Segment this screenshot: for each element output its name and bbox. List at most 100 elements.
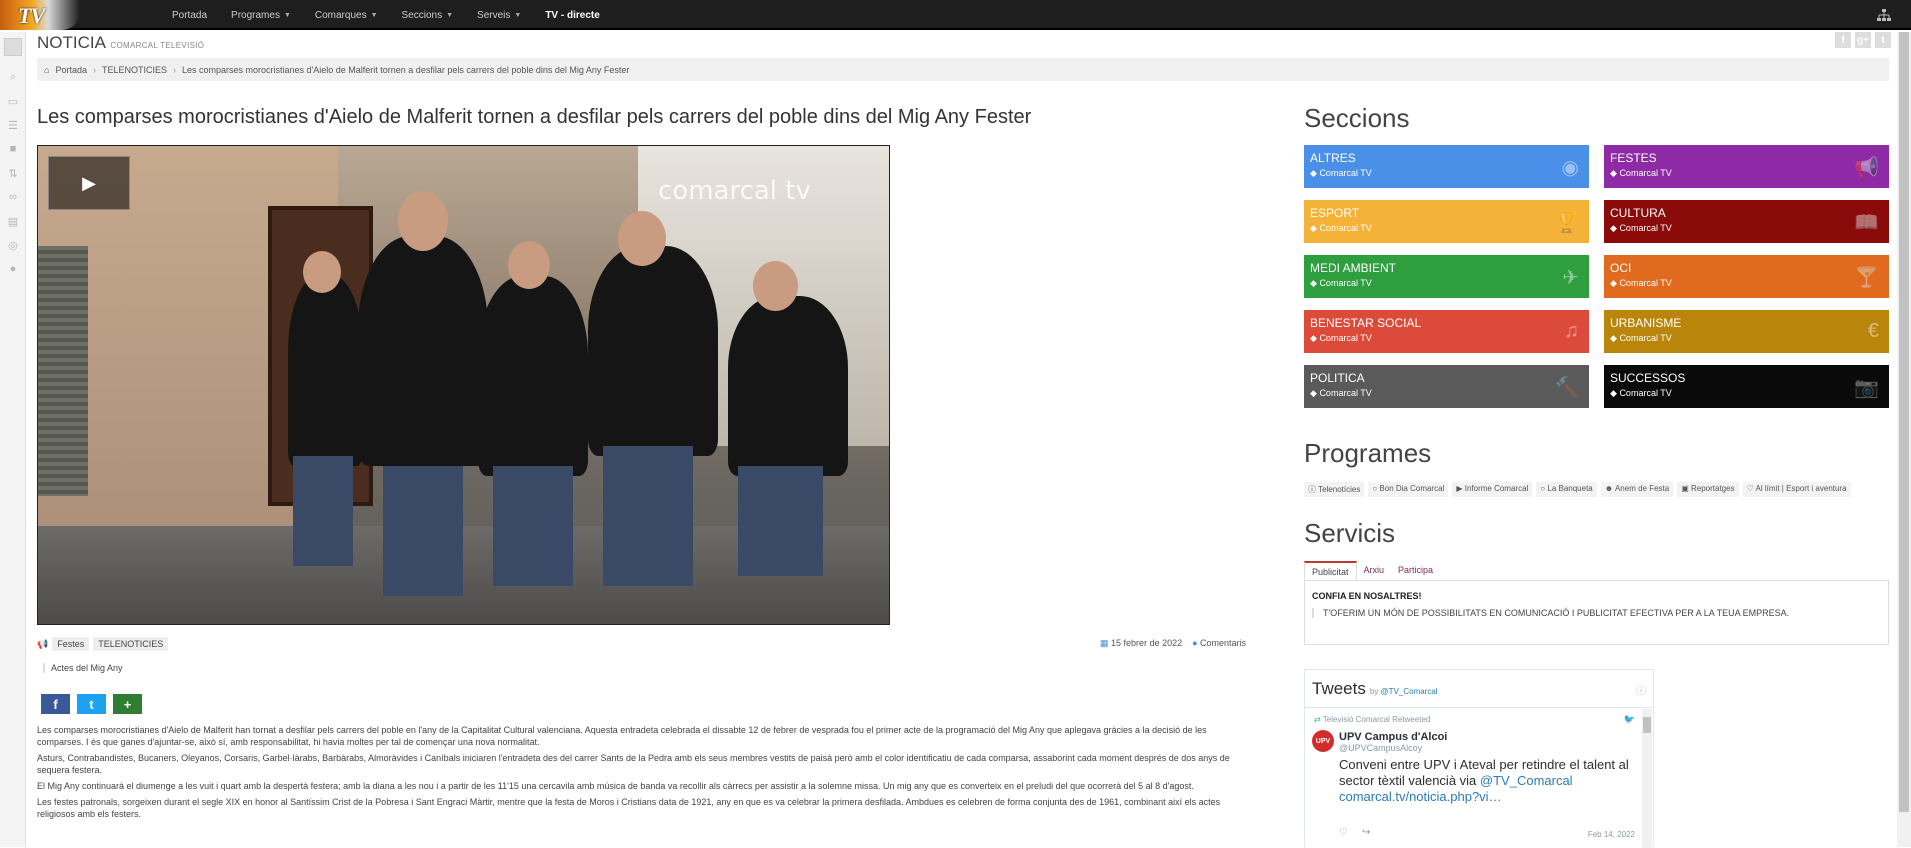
- more-share-icon[interactable]: +: [113, 694, 142, 714]
- image-icon[interactable]: ▭: [4, 92, 22, 110]
- tweet-date[interactable]: Feb 14, 2022: [1588, 830, 1635, 839]
- seccio-title: MEDI AMBIENT: [1310, 261, 1397, 275]
- seccio-successos[interactable]: SUCCESSOS ◆ Comarcal TV 📷: [1604, 365, 1889, 408]
- nav-programes[interactable]: Programes ▼: [219, 0, 303, 30]
- programa-banqueta[interactable]: ○ La Banqueta: [1536, 482, 1597, 497]
- tweet-mention-link[interactable]: @TV_Comarcal: [1480, 773, 1573, 788]
- comments-link[interactable]: Comentaris: [1200, 638, 1246, 648]
- twitter-scroll-thumb[interactable]: [1643, 717, 1651, 733]
- seccio-urbanisme[interactable]: URBANISME ◆ Comarcal TV €: [1604, 310, 1889, 353]
- facebook-share-icon[interactable]: f: [41, 694, 70, 714]
- programa-bon-dia[interactable]: ○ Bon Dia Comarcal: [1368, 482, 1449, 497]
- seccio-title: ESPORT: [1310, 206, 1360, 220]
- tag-festes[interactable]: Festes: [52, 637, 90, 651]
- info-icon[interactable]: ⓘ: [1636, 682, 1646, 697]
- trophy-icon: 🏆: [1554, 212, 1579, 234]
- seccio-subtitle: Comarcal TV: [1619, 278, 1672, 288]
- seccio-cultura[interactable]: CULTURA ◆ Comarcal TV 📖: [1604, 200, 1889, 243]
- like-icon[interactable]: ♡: [1339, 827, 1348, 838]
- servicis-text: T'OFERIM UN MÓN DE POSSIBILITATS EN COMU…: [1312, 608, 1881, 618]
- video-player[interactable]: comarcal tv ▶: [37, 145, 890, 625]
- eye-icon[interactable]: ◎: [4, 236, 22, 254]
- servicis-heading-text: CONFIA EN NOSALTRES!: [1312, 591, 1422, 601]
- seccio-medi-ambient[interactable]: MEDI AMBIENT ◆ Comarcal TV ✈: [1304, 255, 1589, 298]
- share-icon[interactable]: ↪: [1362, 827, 1370, 838]
- programa-al-limit[interactable]: ♡ Al límit | Esport i aventura: [1742, 482, 1851, 497]
- tab-publicitat[interactable]: Publicitat: [1304, 561, 1357, 580]
- seccio-politica[interactable]: POLITICA ◆ Comarcal TV 🔨: [1304, 365, 1589, 408]
- breadcrumb-home[interactable]: Portada: [55, 65, 87, 75]
- sitemap-icon[interactable]: [1877, 9, 1891, 21]
- breadcrumb-section[interactable]: TELENOTICIES: [102, 65, 167, 75]
- binoculars-icon[interactable]: ∞: [4, 188, 22, 206]
- video-person: [588, 246, 718, 456]
- twitter-scrollbar[interactable]: [1642, 709, 1652, 848]
- facebook-icon[interactable]: f: [1835, 32, 1851, 48]
- tag-icon: ◆: [1310, 278, 1317, 288]
- twitter-icon[interactable]: t: [1875, 32, 1891, 48]
- tag-icon: ◆: [1610, 168, 1617, 178]
- seccio-festes[interactable]: FESTES ◆ Comarcal TV 📢: [1604, 145, 1889, 188]
- video-person: [508, 241, 550, 289]
- tweet-author-handle[interactable]: @UPVCampusAlcoy: [1339, 743, 1422, 753]
- programes-list: ⓘ Telenotícies ○ Bon Dia Comarcal ▶ Info…: [1304, 482, 1851, 497]
- tab-participa[interactable]: Participa: [1391, 561, 1440, 580]
- seccio-benestar-social[interactable]: BENESTAR SOCIAL ◆ Comarcal TV ♫: [1304, 310, 1589, 353]
- nav-seccions[interactable]: Seccions ▼: [390, 0, 466, 30]
- search-icon[interactable]: ⌕: [4, 68, 22, 86]
- share-buttons: f t +: [41, 694, 142, 714]
- seccio-title: POLITICA: [1310, 371, 1365, 385]
- play-button[interactable]: ▶: [48, 156, 130, 210]
- list-icon[interactable]: ☰: [4, 116, 22, 134]
- seccio-title: URBANISME: [1610, 316, 1682, 330]
- video-person: [288, 276, 363, 466]
- avatar[interactable]: UPV: [1312, 730, 1334, 752]
- servicis-panel: CONFIA EN NOSALTRES! T'OFERIM UN MÓN DE …: [1304, 581, 1889, 645]
- twitter-bird-icon[interactable]: 🐦: [1624, 714, 1635, 725]
- servicis-heading: Servicis: [1304, 518, 1396, 548]
- page-scrollbar[interactable]: [1897, 32, 1911, 847]
- tag-telenoticies[interactable]: TELENOTICIES: [93, 637, 169, 651]
- site-logo[interactable]: TV: [0, 0, 80, 30]
- tweet-author-name[interactable]: UPV Campus d'Alcoi: [1339, 731, 1447, 743]
- programa-anem-de-festa[interactable]: ☻ Anem de Festa: [1600, 482, 1674, 497]
- users-icon: ☻: [1604, 484, 1614, 493]
- twitter-share-icon[interactable]: t: [77, 694, 106, 714]
- video-person: [728, 296, 848, 476]
- tweet-url-link[interactable]: comarcal.tv/noticia.php?vi…: [1339, 789, 1502, 804]
- top-navbar: TV Portada Programes ▼ Comarques ▼ Seccion…: [0, 0, 1911, 30]
- megaphone-icon: 📢: [37, 638, 49, 649]
- google-plus-icon[interactable]: g+: [1855, 32, 1871, 48]
- seccio-esport[interactable]: ESPORT ◆ Comarcal TV 🏆: [1304, 200, 1589, 243]
- seccions-grid: ALTRES ◆ Comarcal TV ◉ FESTES ◆ Comarcal TV 📢…: [1304, 145, 1889, 408]
- nav-serveis[interactable]: Serveis ▼: [465, 0, 533, 30]
- video-watermark: comarcal tv: [658, 176, 811, 206]
- twitter-account-link[interactable]: @TV_Comarcal: [1381, 687, 1438, 696]
- programa-reportatges[interactable]: ▣ Reportatges: [1677, 482, 1739, 497]
- breadcrumb-separator: ›: [92, 64, 96, 75]
- video-person: [738, 466, 823, 576]
- tag-icon: ◆: [1310, 388, 1317, 398]
- seccio-oci[interactable]: OCI ◆ Comarcal TV 🍸: [1604, 255, 1889, 298]
- video-person: [398, 191, 448, 251]
- page-scroll-thumb[interactable]: [1899, 32, 1909, 812]
- seccio-altres[interactable]: ALTRES ◆ Comarcal TV ◉: [1304, 145, 1589, 188]
- video-person: [358, 236, 488, 466]
- twitter-timeline: Tweets by @TV_Comarcal ⓘ ⇄ Televisió Com…: [1304, 669, 1654, 848]
- book-icon[interactable]: ▤: [4, 212, 22, 230]
- sort-icon[interactable]: ⇅: [4, 164, 22, 182]
- nav-portada[interactable]: Portada: [160, 0, 219, 30]
- toolbar-toggle-icon[interactable]: [4, 38, 22, 56]
- video-icon[interactable]: ■: [4, 140, 22, 158]
- drop-icon[interactable]: ●: [4, 260, 22, 278]
- seccions-heading: Seccions: [1304, 103, 1410, 133]
- music-icon: ♫: [1564, 320, 1579, 342]
- nav-comarques[interactable]: Comarques ▼: [303, 0, 390, 30]
- seccio-title: ALTRES: [1310, 151, 1356, 165]
- nav-tv-directe[interactable]: TV - directe: [533, 0, 611, 30]
- info-icon: ⓘ: [1308, 485, 1316, 494]
- programa-telenoticies[interactable]: ⓘ Telenotícies: [1304, 482, 1365, 497]
- programa-informe[interactable]: ▶ Informe Comarcal: [1452, 482, 1533, 497]
- retweet-note: ⇄ Televisió Comarcal Retweeted: [1314, 715, 1431, 724]
- tab-arxiu[interactable]: Arxiu: [1357, 561, 1392, 580]
